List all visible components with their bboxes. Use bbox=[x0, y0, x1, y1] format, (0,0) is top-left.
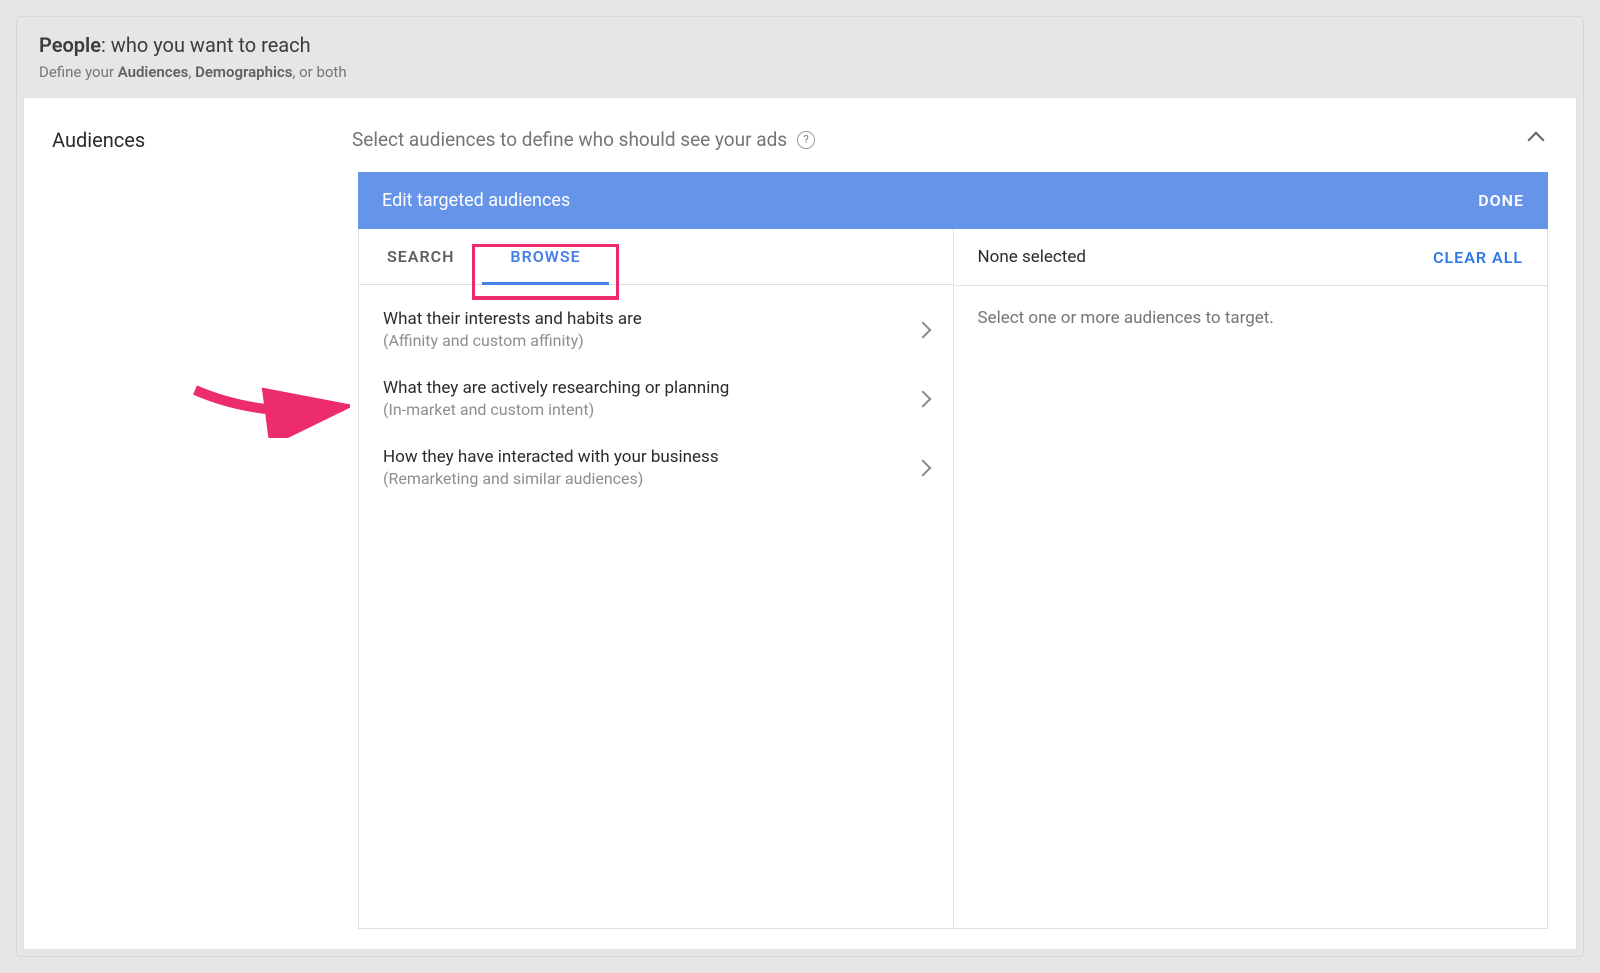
browse-item-sub: (Remarketing and similar audiences) bbox=[383, 469, 719, 488]
panel-header: Edit targeted audiences DONE bbox=[358, 172, 1548, 229]
tab-browse-label: BROWSE bbox=[510, 247, 580, 266]
help-icon[interactable]: ? bbox=[797, 131, 815, 149]
browse-item-title: What they are actively researching or pl… bbox=[383, 378, 729, 398]
browse-item-sub: (In-market and custom intent) bbox=[383, 400, 729, 419]
section-header: People: who you want to reach Define you… bbox=[17, 17, 1583, 97]
done-button[interactable]: DONE bbox=[1478, 191, 1524, 210]
tab-search[interactable]: SEARCH bbox=[359, 229, 482, 284]
section-title-bold: People bbox=[39, 33, 101, 57]
card-header-row: Audiences Select audiences to define who… bbox=[24, 98, 1576, 172]
clear-all-button[interactable]: CLEAR ALL bbox=[1433, 248, 1523, 267]
audiences-card: Audiences Select audiences to define who… bbox=[23, 97, 1577, 950]
active-tab-underline bbox=[482, 282, 608, 285]
panel-right: None selected CLEAR ALL Select one or mo… bbox=[954, 229, 1548, 928]
people-section: People: who you want to reach Define you… bbox=[16, 16, 1584, 957]
browse-item-title: How they have interacted with your busin… bbox=[383, 447, 719, 467]
selection-placeholder: Select one or more audiences to target. bbox=[954, 286, 1548, 350]
browse-item-sub: (Affinity and custom affinity) bbox=[383, 331, 642, 350]
chevron-right-icon bbox=[914, 459, 931, 476]
tab-browse[interactable]: BROWSE bbox=[482, 229, 608, 284]
browse-list: What their interests and habits are (Aff… bbox=[359, 285, 953, 512]
section-title-rest: : who you want to reach bbox=[101, 33, 311, 57]
selection-count-label: None selected bbox=[978, 247, 1086, 267]
tabs: SEARCH BROWSE bbox=[359, 229, 953, 285]
audiences-panel: Edit targeted audiences DONE SEARCH BROW… bbox=[358, 172, 1548, 929]
panel-left: SEARCH BROWSE What their interests and h… bbox=[359, 229, 954, 928]
browse-item-in-market[interactable]: What they are actively researching or pl… bbox=[359, 364, 953, 433]
panel-body: SEARCH BROWSE What their interests and h… bbox=[358, 229, 1548, 929]
selection-header: None selected CLEAR ALL bbox=[954, 229, 1548, 286]
section-title: People: who you want to reach bbox=[39, 33, 1561, 57]
browse-item-remarketing[interactable]: How they have interacted with your busin… bbox=[359, 433, 953, 502]
chevron-right-icon bbox=[914, 321, 931, 338]
collapse-chevron-up-icon[interactable] bbox=[1528, 132, 1545, 149]
panel-header-title: Edit targeted audiences bbox=[382, 190, 570, 211]
card-subheader-text: Select audiences to define who should se… bbox=[352, 128, 787, 151]
chevron-right-icon bbox=[914, 390, 931, 407]
card-left-label: Audiences bbox=[52, 128, 352, 152]
browse-item-interests[interactable]: What their interests and habits are (Aff… bbox=[359, 295, 953, 364]
browse-item-title: What their interests and habits are bbox=[383, 309, 642, 329]
card-subheader: Select audiences to define who should se… bbox=[352, 128, 1530, 151]
section-subtitle: Define your Audiences, Demographics, or … bbox=[39, 63, 1561, 81]
